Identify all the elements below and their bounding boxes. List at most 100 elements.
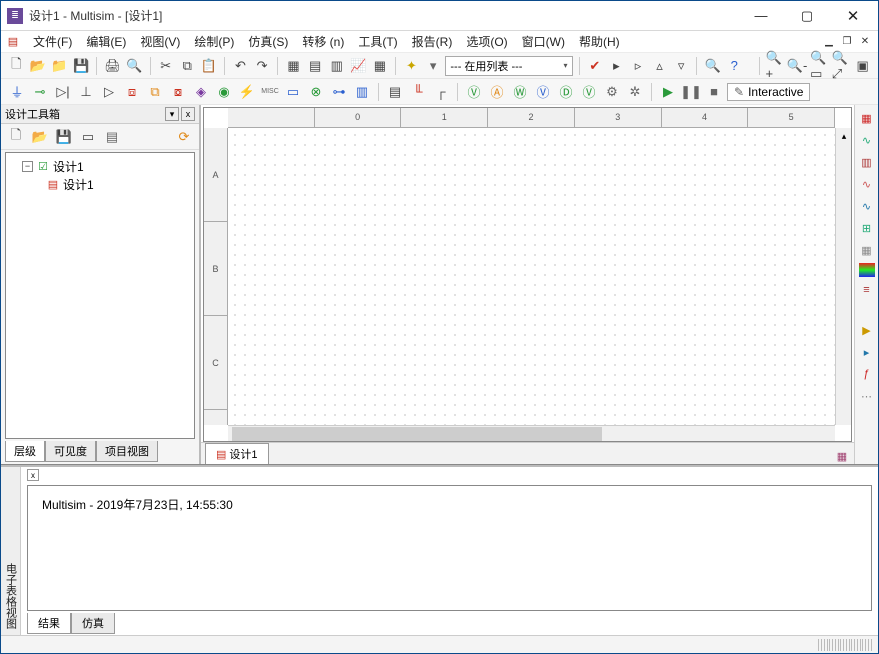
freq-counter-icon[interactable]: ▦ [858,241,876,259]
scroll-up-icon[interactable]: ▴ [837,129,851,143]
misc-digital-icon[interactable]: ⧇ [168,82,188,102]
network-icon[interactable]: ⋯ [858,387,876,405]
toolbox-tab-project[interactable]: 项目视图 [96,441,158,462]
tool-a-icon[interactable]: ▸ [607,56,626,76]
wattmeter-icon[interactable]: ▥ [858,153,876,171]
component-icon[interactable]: ▾ [424,56,443,76]
misc-icon[interactable]: MISC [260,82,280,102]
schematic-canvas[interactable]: 0 1 2 3 4 5 A B C ▴ [203,107,852,442]
zoom-area-icon[interactable]: 🔍▭ [810,56,829,76]
log-output-area[interactable]: Multisim - 2019年7月23日, 14:55:30 [27,485,872,611]
paste-icon[interactable]: 📋 [200,56,219,76]
toolbox-pin-button[interactable]: ▾ [165,107,179,121]
probe-digital-icon[interactable]: Ⓥ [579,82,599,102]
pause-button[interactable]: ❚❚ [681,82,701,102]
probe-current-icon[interactable]: Ⓐ [487,82,507,102]
toolbox-tab-hierarchy[interactable]: 层级 [5,441,45,462]
scrollbar-thumb[interactable] [232,427,602,441]
probe-settings-icon[interactable]: ⚙ [602,82,622,102]
check-drc-icon[interactable]: ✔ [585,56,604,76]
tool-c-icon[interactable]: ▵ [650,56,669,76]
spreadsheet-tab-results[interactable]: 结果 [27,613,71,634]
new-design-icon[interactable]: 🗋 [7,127,25,147]
connector-icon[interactable]: ⊶ [329,82,349,102]
menu-help[interactable]: 帮助(H) [573,31,626,52]
document-control-icon[interactable]: ▤ [5,34,21,50]
probe-diff-icon[interactable]: Ⓥ [533,82,553,102]
menu-draw[interactable]: 绘制(P) [188,31,240,52]
indicator-icon[interactable]: ◉ [214,82,234,102]
iv-analyzer-icon[interactable]: ▶ [858,321,876,339]
doc-tab-menu-icon[interactable]: ▦ [834,448,850,464]
power-icon[interactable]: ⚡ [237,82,257,102]
tree-child-row[interactable]: ▤ 设计1 [10,175,190,193]
transistor-icon[interactable]: ⊥ [76,82,96,102]
tool-d-icon[interactable]: ▿ [672,56,691,76]
cut-icon[interactable]: ✂ [156,56,175,76]
spectrum-icon[interactable]: ƒ [858,365,876,383]
design-grid[interactable] [228,128,835,425]
bus-icon[interactable]: ╙ [408,82,428,102]
refresh-tree-icon[interactable]: ⟳ [175,127,193,147]
open-file-icon[interactable]: 📂 [29,56,48,76]
ground-icon[interactable]: ⏚ [7,82,27,102]
probe-voltage-icon[interactable]: Ⓥ [464,82,484,102]
hierarchy-icon[interactable]: ▤ [385,82,405,102]
resistor-icon[interactable]: ⊸ [30,82,50,102]
analysis-type-combo[interactable]: ✎ Interactive [727,83,810,101]
probe-ref-icon[interactable]: Ⓓ [556,82,576,102]
menu-simulate[interactable]: 仿真(S) [242,31,294,52]
menu-window[interactable]: 窗口(W) [516,31,571,52]
opamp-icon[interactable]: ▷ [99,82,119,102]
run-button[interactable]: ▶ [658,82,678,102]
sheet-view2-icon[interactable]: ▤ [306,56,325,76]
stop-button[interactable]: ■ [704,82,724,102]
copy-icon[interactable]: ⧉ [178,56,197,76]
window-maximize-button[interactable]: ▢ [784,2,830,30]
graph-icon[interactable]: 📈 [349,56,368,76]
four-channel-scope-icon[interactable]: ∿ [858,197,876,215]
help-icon[interactable]: ? [725,56,744,76]
junction-icon[interactable]: ┌ [431,82,451,102]
save-all-icon[interactable]: ▭ [79,127,97,147]
menu-tools[interactable]: 工具(T) [352,31,403,52]
zoom-in-icon[interactable]: 🔍+ [766,56,785,76]
diode-icon[interactable]: ▷| [53,82,73,102]
probe-icon[interactable]: 🔍 [703,56,722,76]
menu-reports[interactable]: 报告(R) [406,31,459,52]
spreadsheet-tab-simulation[interactable]: 仿真 [71,613,115,634]
toolbox-tab-visibility[interactable]: 可见度 [45,441,96,462]
redo-icon[interactable]: ↷ [253,56,272,76]
tool-b-icon[interactable]: ▹ [629,56,648,76]
save-design-icon[interactable]: 💾 [55,127,73,147]
open-design-icon[interactable]: 📂 [31,127,49,147]
menu-edit[interactable]: 编辑(E) [80,31,132,52]
function-gen-icon[interactable]: ∿ [858,131,876,149]
probe-power-icon[interactable]: Ⓦ [510,82,530,102]
menu-file[interactable]: 文件(F) [27,31,78,52]
distortion-icon[interactable]: ▸ [858,343,876,361]
horizontal-scrollbar[interactable] [228,425,835,441]
window-close-button[interactable]: ✕ [830,2,876,30]
save-icon[interactable]: 💾 [72,56,91,76]
mdi-close-button[interactable]: ✕ [856,34,874,50]
spreadsheet-side-tab[interactable]: 电子表格视图 [1,467,21,635]
design-tree[interactable]: − ☑ 设计1 ▤ 设计1 [5,152,195,439]
db-icon[interactable]: ✦ [402,56,421,76]
open-sample-icon[interactable]: 📁 [50,56,69,76]
print-icon[interactable]: 🖨 [103,56,122,76]
show-files-icon[interactable]: ▤ [103,127,121,147]
menu-options[interactable]: 选项(O) [460,31,513,52]
new-file-icon[interactable]: 🗋 [7,56,26,76]
toolbox-close-button[interactable]: x [181,107,195,121]
bode-plotter-icon[interactable]: ⊞ [858,219,876,237]
mdi-minimize-button[interactable]: ▁ [820,34,838,50]
window-minimize-button[interactable]: — [738,2,784,30]
multimeter-icon[interactable]: ▦ [858,109,876,127]
electromech-icon[interactable]: ⊗ [306,82,326,102]
menu-transfer[interactable]: 转移 (n) [296,31,350,52]
oscilloscope-icon[interactable]: ∿ [858,175,876,193]
probe-settings2-icon[interactable]: ✲ [625,82,645,102]
tree-root-row[interactable]: − ☑ 设计1 [10,157,190,175]
mcu-icon[interactable]: ▥ [352,82,372,102]
